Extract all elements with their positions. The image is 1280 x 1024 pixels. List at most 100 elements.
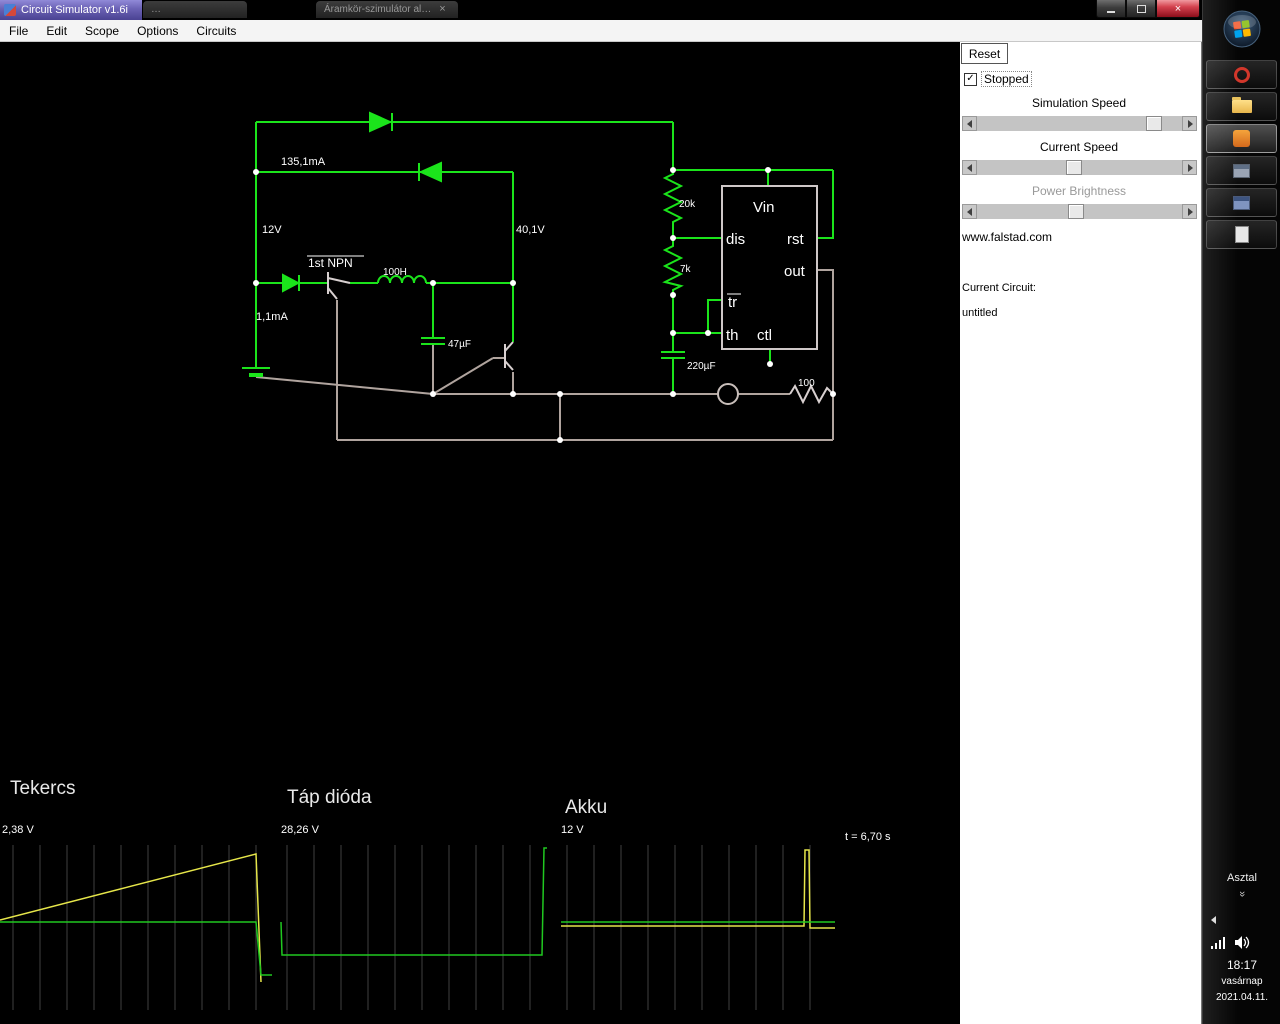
scope3-tlabel: t = 6,70 s	[845, 831, 891, 843]
taskbar-button-app6[interactable]	[1206, 220, 1277, 249]
scope1-trace-green	[0, 921, 272, 976]
window-app-icon	[1233, 163, 1250, 178]
timer-chip-555[interactable]: Vin dis rst out tr th ctl	[721, 185, 818, 350]
browser-tab-2[interactable]: Áramkör-szimulátor al… ×	[316, 1, 458, 18]
pin-rst: rst	[787, 231, 804, 248]
transistor-2[interactable]	[504, 341, 514, 371]
menu-scope[interactable]: Scope	[76, 24, 128, 38]
current-speed-label: Current Speed	[1039, 140, 1119, 154]
current-circuit-label: Current Circuit:	[962, 282, 1036, 294]
current-speed-thumb[interactable]	[1066, 160, 1082, 175]
menu-circuits[interactable]: Circuits	[187, 24, 245, 38]
chevron-down-icon[interactable]: »	[1203, 888, 1280, 900]
restore-button[interactable]	[1126, 0, 1156, 18]
capacitor-220uF[interactable]	[661, 351, 685, 359]
scope3-trace-yellow	[561, 849, 835, 929]
reset-button[interactable]: Reset	[961, 43, 1008, 64]
menu-bar: File Edit Scope Options Circuits	[0, 20, 1202, 42]
tab-close-icon[interactable]: ×	[439, 1, 445, 18]
simulation-speed-label: Simulation Speed	[1031, 96, 1127, 110]
menu-file[interactable]: File	[0, 24, 37, 38]
red-ring-app-icon	[1233, 66, 1250, 83]
restore-icon	[1136, 4, 1146, 13]
label-resistor-out: 100	[798, 378, 815, 389]
browser-tab-2-label: Áramkör-szimulátor al…	[324, 4, 432, 15]
volume-icon[interactable]	[1235, 936, 1250, 949]
pin-vin: Vin	[753, 199, 774, 216]
control-panel: Reset ✓ Stopped Simulation Speed Current…	[960, 42, 1202, 1024]
window-controls: ×	[1096, 0, 1200, 18]
taskbar-button-app5[interactable]	[1206, 188, 1277, 217]
scope-akku[interactable]: Akku 12 V t = 6,70 s	[561, 797, 891, 1010]
scope-tekercs[interactable]: Tekercs 2,38 V	[0, 778, 272, 1010]
slider-left-arrow-icon[interactable]	[962, 204, 977, 219]
falstad-site-label: www.falstad.com	[962, 230, 1053, 244]
slider-right-arrow-icon[interactable]	[1182, 116, 1197, 131]
scope1-grid	[12, 845, 257, 1010]
power-brightness-label: Power Brightness	[1031, 184, 1127, 198]
diode-mid[interactable]	[418, 161, 442, 183]
label-cap-small: 47µF	[448, 339, 471, 350]
slider-right-arrow-icon[interactable]	[1182, 160, 1197, 175]
stopped-label: Stopped	[981, 71, 1032, 87]
pin-ctl: ctl	[757, 327, 772, 344]
title-bar: Circuit Simulator v1.6i … Áramkör-szimul…	[0, 0, 1202, 20]
menu-edit[interactable]: Edit	[37, 24, 76, 38]
resistor-7k[interactable]	[662, 242, 684, 292]
pin-th: th	[726, 327, 739, 344]
scope3-vlabel: 12 V	[561, 824, 584, 836]
slider-left-arrow-icon[interactable]	[962, 116, 977, 131]
clock-date[interactable]: 2021.04.11.	[1203, 992, 1280, 1003]
capacitor-47uF[interactable]	[421, 337, 445, 345]
stopped-checkbox-row[interactable]: ✓ Stopped	[964, 71, 1032, 87]
battery[interactable]	[242, 367, 270, 377]
app-titlebar[interactable]: Circuit Simulator v1.6i	[0, 0, 142, 20]
close-button[interactable]: ×	[1156, 0, 1200, 18]
simulation-speed-slider[interactable]	[962, 116, 1197, 131]
orange-app-icon	[1233, 130, 1250, 147]
start-button[interactable]	[1222, 9, 1262, 49]
browser-tab-1[interactable]: …	[143, 1, 247, 18]
minimize-button[interactable]	[1096, 0, 1126, 18]
scope1-trace-yellow	[0, 853, 262, 983]
menu-options[interactable]: Options	[128, 24, 187, 38]
desktop-toolbar-label[interactable]: Asztal	[1203, 872, 1280, 884]
simulation-speed-thumb[interactable]	[1146, 116, 1162, 131]
diode-top[interactable]	[369, 111, 393, 133]
label-cap-big: 220µF	[687, 361, 716, 372]
label-node-voltage: 40,1V	[516, 224, 545, 236]
pin-out: out	[784, 263, 806, 280]
scope1-title: Tekercs	[10, 778, 75, 799]
stopped-checkbox[interactable]: ✓	[964, 72, 977, 86]
taskbar-button-simulator[interactable]	[1206, 124, 1277, 153]
taskbar-button-browser[interactable]	[1206, 60, 1277, 89]
scope3-title: Akku	[565, 797, 607, 818]
slider-left-arrow-icon[interactable]	[962, 160, 977, 175]
current-speed-slider[interactable]	[962, 160, 1197, 175]
label-supply-voltage: 12V	[262, 224, 282, 236]
label-inductor: 100H	[383, 267, 407, 278]
java-icon	[4, 4, 16, 16]
power-brightness-thumb[interactable]	[1068, 204, 1084, 219]
label-resistor-mid: 7k	[680, 264, 692, 275]
clock-time[interactable]: 18:17	[1203, 958, 1280, 972]
pin-dis: dis	[726, 231, 745, 248]
show-hidden-icons-arrow-icon[interactable]	[1211, 916, 1216, 924]
scope1-vlabel: 2,38 V	[2, 824, 34, 836]
meter-circle[interactable]	[717, 383, 739, 405]
slider-right-arrow-icon[interactable]	[1182, 204, 1197, 219]
scope-tap-dioda[interactable]: Táp dióda 28,26 V	[280, 787, 547, 1010]
diode-base[interactable]	[282, 273, 301, 293]
taskbar-button-explorer[interactable]	[1206, 92, 1277, 121]
label-resistor-top: 20k	[679, 199, 696, 210]
scope2-grid	[286, 845, 531, 1010]
power-brightness-slider[interactable]	[962, 204, 1197, 219]
transistor-1[interactable]	[327, 272, 351, 300]
network-signal-icon[interactable]	[1211, 937, 1225, 949]
window-title: Circuit Simulator v1.6i	[21, 4, 128, 16]
taskbar: Asztal » 18:17 vasárnap 2021.04.11.	[1202, 0, 1280, 1024]
clock-day[interactable]: vasárnap	[1203, 976, 1280, 987]
minimize-icon	[1107, 10, 1115, 13]
taskbar-button-app4[interactable]	[1206, 156, 1277, 185]
circuit-canvas[interactable]: Vin dis rst out tr th ctl 135,1mA 12V 1s…	[0, 42, 960, 1024]
